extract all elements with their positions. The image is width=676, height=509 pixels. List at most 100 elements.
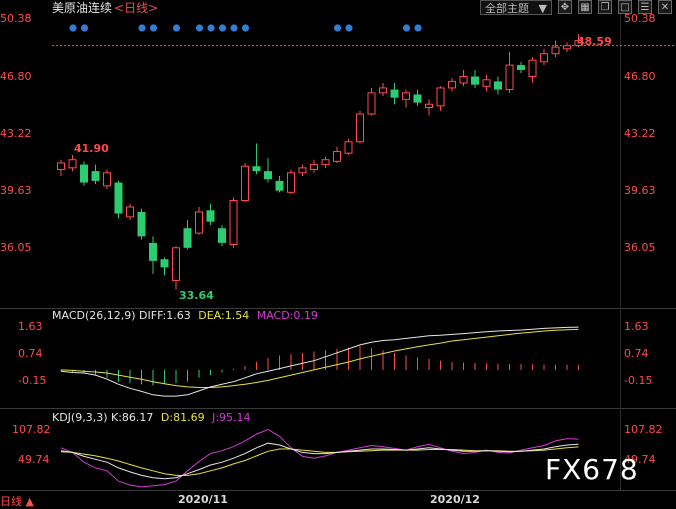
theme-dropdown[interactable]: 全部主题 ▼ [480,0,552,15]
macd-params: MACD(26,12,9) [52,309,136,322]
candle [241,162,249,203]
candle-body [160,259,169,268]
candle [275,176,284,193]
candle [563,42,571,53]
candle-body [183,228,192,248]
candle [183,220,192,250]
kdj-series [60,428,579,488]
macd-tick-right: 1.63 [624,320,649,333]
event-dot [345,24,353,32]
kdj-k-value: K:86.17 [111,411,154,424]
candle [494,76,502,95]
macd-dea-value: DEA:1.54 [198,309,250,322]
candle [379,83,387,97]
candle [448,78,456,92]
candle [80,161,88,186]
macd-tick-right: -0.15 [624,374,653,387]
candle-body [505,64,514,91]
macd-diff-value: DIFF:1.63 [139,309,191,322]
candle [436,86,445,111]
macd-legend: MACD(26,12,9) DIFF:1.63 DEA:1.54 MACD:0.… [52,309,318,322]
grid-icon[interactable]: ▦ [578,0,592,14]
candle [356,110,364,144]
candle-body [91,171,100,181]
event-dot [195,24,204,32]
candle-body [436,87,445,107]
candle-body [114,182,123,214]
theme-dropdown-label: 全部主题 [485,2,529,15]
candle [551,40,560,57]
macd-tick-left: -0.15 [18,374,47,387]
price-tick-left: 43.22 [0,127,32,140]
candle-body [57,162,65,170]
candle [137,208,146,240]
macd-tick-left: 0.74 [18,347,43,360]
candle-body [356,113,364,143]
price-tick-right: 36.05 [624,241,656,254]
candle [321,156,330,168]
candlestick-series [57,34,583,290]
candle-body [252,166,261,172]
price-tick-right: 46.80 [624,70,656,83]
candle-body [218,228,226,243]
date-tick: 2020/11 [178,493,228,506]
candle [471,69,479,88]
candle-body [149,242,157,261]
candle-body [448,80,456,89]
candle [160,257,169,276]
event-dot [80,24,89,32]
candle-body [390,89,399,98]
candle-body [206,210,215,222]
candle [91,164,100,185]
candle [298,164,307,177]
candle-body [344,141,353,154]
instrument-title[interactable]: 美原油连续 <日线> [52,2,158,15]
candle [252,143,261,175]
candle [57,159,65,177]
candle-body [551,46,560,55]
restore-icon[interactable]: ❐ [598,0,612,14]
candle-body [310,164,318,170]
candle [218,224,226,247]
close-icon[interactable]: ✕ [658,0,672,14]
price-tick-left: 46.80 [0,70,32,83]
low-price-label: 33.64 [179,289,214,302]
candle [126,203,134,221]
kdj-tick-left: 49.74 [18,453,50,466]
event-dot [207,24,215,32]
macd-tick-left: 1.63 [18,320,43,333]
candle [103,169,111,190]
candle-body [126,206,134,218]
candle [390,83,399,105]
kdj-k-line [60,442,579,480]
candle [333,146,341,163]
candle [402,89,410,108]
candle-body [229,199,238,246]
candle-body [275,180,284,191]
watermark-logo: FX678 [545,453,639,486]
candle-body [459,76,468,84]
candle-body [528,59,537,78]
kdj-tick-right: 107.82 [624,423,663,436]
move-icon[interactable]: ✥ [558,0,572,14]
candle [367,87,376,116]
event-dot [69,24,77,32]
candle-body [517,65,525,70]
candle-body [298,167,307,174]
event-dot [241,24,250,32]
candle-body [367,92,376,115]
event-dot [333,24,342,32]
price-tick-left: 50.38 [0,12,32,25]
high-price-label: 41.90 [74,142,109,155]
date-tick: 2020/12 [430,493,480,506]
price-tick-right: 43.22 [624,127,656,140]
chart-canvas[interactable] [0,0,676,507]
kdj-j-value: J:95.14 [212,411,251,424]
candle [528,56,537,84]
candle [206,203,215,225]
kdj-d-value: D:81.69 [160,411,205,424]
period-selector[interactable]: <日线> [114,1,158,15]
kdj-tick-left: 107.82 [12,423,51,436]
candle-body [287,172,295,193]
candle-body [103,172,111,187]
